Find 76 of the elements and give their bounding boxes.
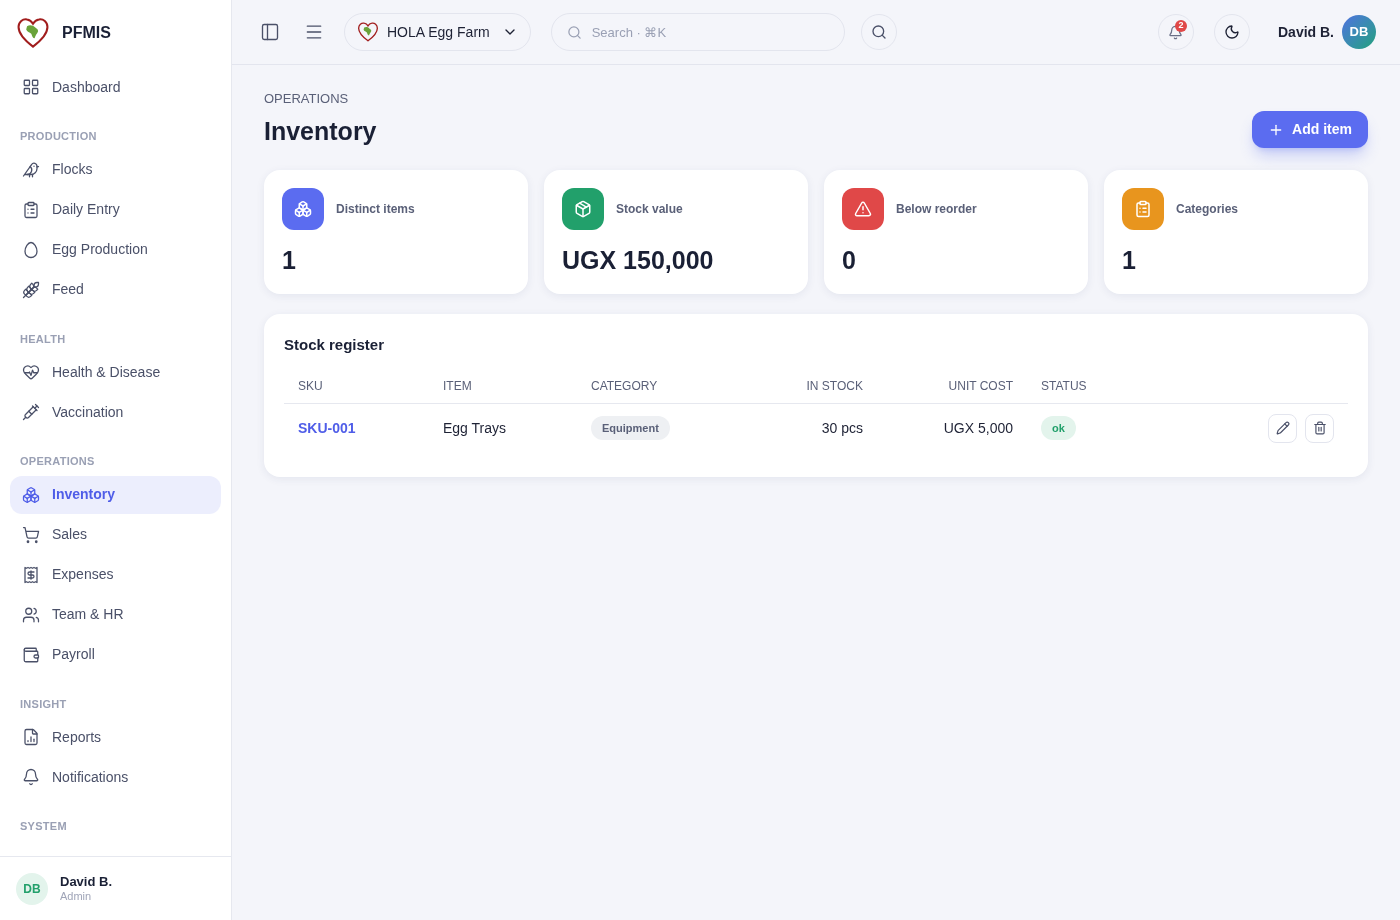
nav-item[interactable]: Vaccination (10, 393, 221, 431)
nav-item[interactable]: Expenses (10, 555, 221, 594)
edit-button[interactable] (1268, 413, 1297, 443)
category-tag: Equipment (591, 415, 670, 441)
user-avatar[interactable]: DB (1342, 15, 1376, 49)
add-item-button[interactable]: Add item (1252, 111, 1368, 148)
bird-icon (22, 160, 40, 179)
section-heading: OPERATIONS (19, 454, 96, 469)
boxes-icon (22, 485, 40, 504)
wallet-icon (22, 645, 40, 664)
stat-value: 1 (1122, 245, 1137, 276)
nav-item[interactable]: Team & HR (10, 595, 221, 634)
panel-icon (260, 22, 280, 42)
status-tag: ok (1041, 415, 1076, 441)
column-header: SKU (284, 368, 429, 403)
bell-icon (1168, 24, 1184, 40)
breadcrumb: OPERATIONS (264, 90, 350, 108)
column-header: IN STOCK (727, 368, 877, 403)
nav-item[interactable]: Egg Production (10, 230, 221, 269)
grid-icon (22, 78, 40, 96)
search-icon (870, 24, 887, 40)
user-name: David B. (1278, 22, 1334, 42)
clipboard-icon (22, 200, 40, 219)
logo-icon (357, 21, 379, 43)
nav-item[interactable]: Reports (10, 718, 221, 756)
section-heading: HEALTH (19, 331, 67, 347)
receipt-icon (22, 565, 40, 584)
sku-link[interactable]: SKU-001 (298, 419, 356, 436)
logo-icon (16, 16, 50, 50)
stat-label: Stock value (616, 201, 683, 218)
notification-badge: 2 (1175, 20, 1187, 32)
nav-item[interactable]: Feed (10, 270, 221, 309)
nav-item[interactable]: Daily Entry (10, 190, 221, 229)
syringe-icon (22, 403, 40, 421)
nav-item[interactable]: Dashboard (10, 68, 221, 106)
section-heading: PRODUCTION (19, 129, 98, 144)
column-header: STATUS (1027, 368, 1168, 403)
stat-label: Below reorder (896, 201, 977, 218)
nav-item[interactable]: Payroll (10, 635, 221, 674)
nav-item[interactable]: Health & Disease (10, 353, 221, 391)
user-role: Admin (60, 889, 93, 904)
heart-pulse-icon (22, 363, 40, 381)
nav-item[interactable]: Sales (10, 515, 221, 554)
trash-icon (1312, 421, 1327, 435)
search-icon (566, 25, 582, 40)
wheat-icon (22, 280, 40, 299)
delete-button[interactable] (1305, 413, 1334, 443)
chart-file-icon (22, 728, 40, 746)
bell-icon (22, 768, 40, 786)
table-title: Stock register (284, 335, 386, 355)
brand-name: PFMIS (62, 23, 111, 43)
moon-icon (1224, 24, 1240, 40)
column-header: CATEGORY (577, 368, 727, 403)
user-name: David B. (60, 873, 112, 890)
pencil-icon (1275, 421, 1290, 435)
users-icon (22, 605, 40, 624)
nav-item[interactable]: Flocks (10, 150, 221, 189)
user-avatar: DB (16, 872, 48, 905)
table-cell: 30 pcs (727, 403, 877, 453)
cart-icon (22, 525, 40, 544)
stat-label: Distinct items (336, 201, 415, 218)
egg-icon (22, 240, 40, 259)
column-header: ITEM (429, 368, 577, 403)
page-title: Inventory (264, 115, 377, 147)
section-heading: SYSTEM (19, 819, 68, 834)
stat-value: 1 (282, 245, 297, 276)
nav-item[interactable]: Notifications (10, 758, 221, 796)
stat-value: UGX 150,000 (562, 245, 715, 276)
column-header: UNIT COST (877, 368, 1027, 403)
section-heading: INSIGHT (19, 696, 68, 712)
table-cell: Egg Trays (429, 403, 577, 453)
search-field[interactable]: Search · ⌘K (550, 13, 845, 51)
nav-item[interactable]: Inventory (10, 475, 221, 514)
table-cell: UGX 5,000 (877, 403, 1027, 453)
stat-value: 0 (842, 245, 857, 276)
stat-label: Categories (1176, 201, 1239, 218)
